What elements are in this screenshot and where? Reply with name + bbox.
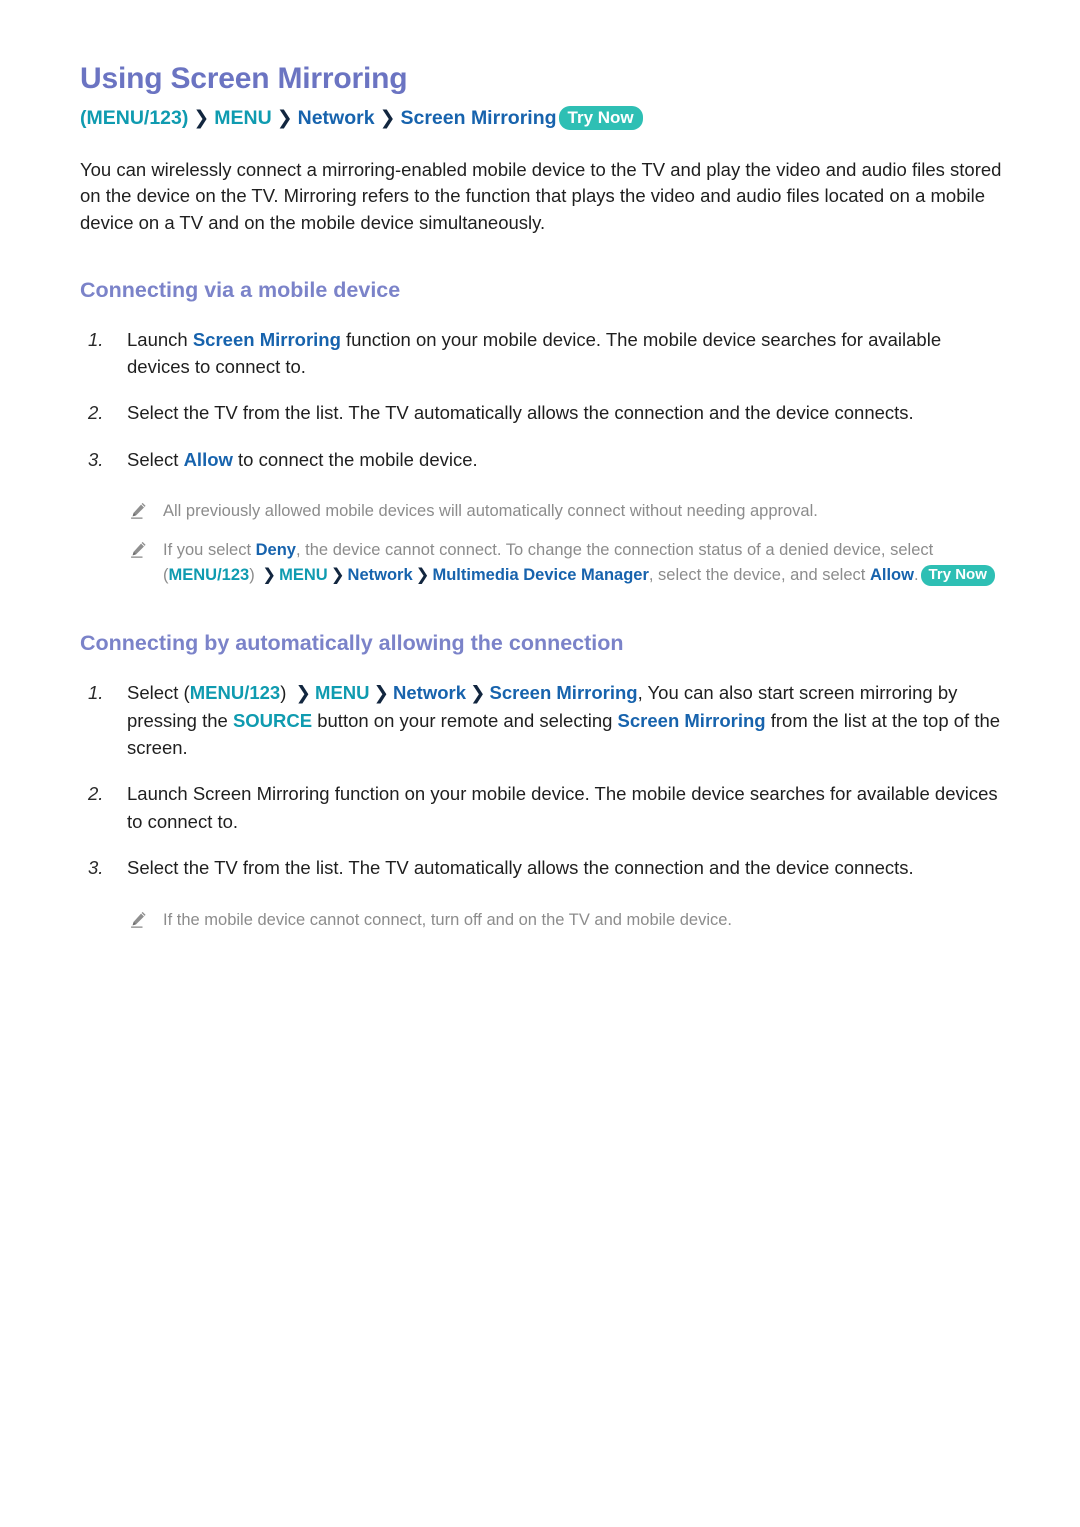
document-page: Using Screen Mirroring (MENU/123) ❯ MENU ❯ N… <box>0 0 1080 1527</box>
chevron-right-icon: ❯ <box>330 565 345 584</box>
try-now-badge[interactable]: Try Now <box>558 105 643 130</box>
step-text: Launch Screen Mirroring function on your… <box>127 783 998 832</box>
breadcrumb-menu[interactable]: MENU <box>214 107 271 129</box>
menu123-link[interactable]: MENU/123 <box>169 566 250 584</box>
intro-paragraph: You can wirelessly connect a mirroring-e… <box>80 159 1002 233</box>
chevron-right-icon: ❯ <box>415 565 430 584</box>
menu-link[interactable]: MENU <box>315 682 369 703</box>
allow-link[interactable]: Allow <box>870 566 914 584</box>
chevron-right-icon: ❯ <box>373 682 390 704</box>
chevron-right-icon: ❯ <box>379 107 396 129</box>
source-button-label[interactable]: SOURCE <box>233 710 312 731</box>
step-text: Select the TV from the list. The TV auto… <box>127 402 914 424</box>
step-text-pre: Launch <box>127 328 193 350</box>
pencil-icon <box>128 540 148 560</box>
menu-link[interactable]: MENU <box>279 566 328 584</box>
breadcrumb-menu123[interactable]: (MENU/123) <box>80 107 188 129</box>
pencil-icon <box>128 910 148 930</box>
chevron-right-icon: ❯ <box>262 565 277 584</box>
step-text-p1: Select ( <box>127 682 190 704</box>
chevron-right-icon: ❯ <box>470 682 486 704</box>
screen-mirroring-link[interactable]: Screen Mirroring <box>193 329 341 350</box>
step-text-pre: Select <box>127 448 184 470</box>
note-text-p4: , select the device, and select <box>648 565 870 584</box>
note-item: If the mobile device cannot connect, tur… <box>80 908 1008 933</box>
list-item: 3. Select Allow to connect the mobile dev… <box>80 446 1008 473</box>
note-text: If the mobile device cannot connect, tur… <box>163 910 733 929</box>
list-item: 3. Select the TV from the list. The TV au… <box>80 854 1008 881</box>
step-text: Select the TV from the list. The TV auto… <box>127 857 914 879</box>
section-connecting-automatically: Connecting by automatically allowing the… <box>80 631 1008 932</box>
note-text-p5: . <box>913 565 919 584</box>
step-number: 1. <box>88 328 104 350</box>
section2-heading: Connecting by automatically allowing the… <box>80 631 624 656</box>
try-now-badge[interactable]: Try Now <box>920 564 995 587</box>
multimedia-device-manager-link[interactable]: Multimedia Device Manager <box>432 566 648 584</box>
allow-link[interactable]: Allow <box>184 449 233 470</box>
list-item: 1. Launch Screen Mirroring function on yo… <box>80 326 1008 381</box>
section2-step-list: 1. Select (MENU/123) ❯ MENU ❯ Network ❯ Screen… <box>80 679 1008 881</box>
chevron-right-icon: ❯ <box>276 107 293 129</box>
section2-notes: If the mobile device cannot connect, tur… <box>80 908 1008 933</box>
section1-heading: Connecting via a mobile device <box>80 277 401 302</box>
step-number: 2. <box>88 783 104 805</box>
list-item: 2. Select the TV from the list. The TV au… <box>80 399 1008 426</box>
note-text-p3: ) <box>249 565 260 584</box>
step-number: 1. <box>88 682 104 704</box>
menu123-link[interactable]: MENU/123 <box>190 682 280 703</box>
step-number: 3. <box>88 448 104 470</box>
note-text: All previously allowed mobile devices wi… <box>163 502 818 521</box>
step-text-p4: button on your remote and selecting <box>312 709 618 731</box>
list-item: 1. Select (MENU/123) ❯ MENU ❯ Network ❯ Screen… <box>80 679 1008 761</box>
note-item: If you select Deny, the device cannot co… <box>80 538 1008 588</box>
pencil-icon <box>128 501 148 521</box>
note-text-p1: If you select <box>163 540 256 559</box>
page-title: Using Screen Mirroring <box>80 62 408 95</box>
breadcrumb: (MENU/123) ❯ MENU ❯ Network ❯ Screen Mirroring… <box>80 105 1008 132</box>
list-item: 2. Launch Screen Mirroring function on yo… <box>80 780 1008 835</box>
chevron-right-icon: ❯ <box>193 107 210 129</box>
section-connecting-via-mobile-device: Connecting via a mobile device 1. Launch … <box>80 278 1008 588</box>
network-link[interactable]: Network <box>348 566 413 584</box>
section1-step-list: 1. Launch Screen Mirroring function on yo… <box>80 326 1008 474</box>
breadcrumb-screen-mirroring[interactable]: Screen Mirroring <box>400 107 556 129</box>
section1-notes: All previously allowed mobile devices wi… <box>80 499 1008 587</box>
note-item: All previously allowed mobile devices wi… <box>80 499 1008 524</box>
step-text-post: to connect the mobile device. <box>232 448 478 470</box>
step-number: 2. <box>88 402 104 424</box>
network-link[interactable]: Network <box>393 682 466 703</box>
screen-mirroring-link[interactable]: Screen Mirroring <box>618 710 766 731</box>
step-text-p2: ) <box>280 682 292 704</box>
deny-link[interactable]: Deny <box>256 541 296 559</box>
breadcrumb-network[interactable]: Network <box>298 107 375 129</box>
step-number: 3. <box>88 857 104 879</box>
screen-mirroring-link[interactable]: Screen Mirroring <box>490 682 638 703</box>
chevron-right-icon: ❯ <box>295 682 312 704</box>
